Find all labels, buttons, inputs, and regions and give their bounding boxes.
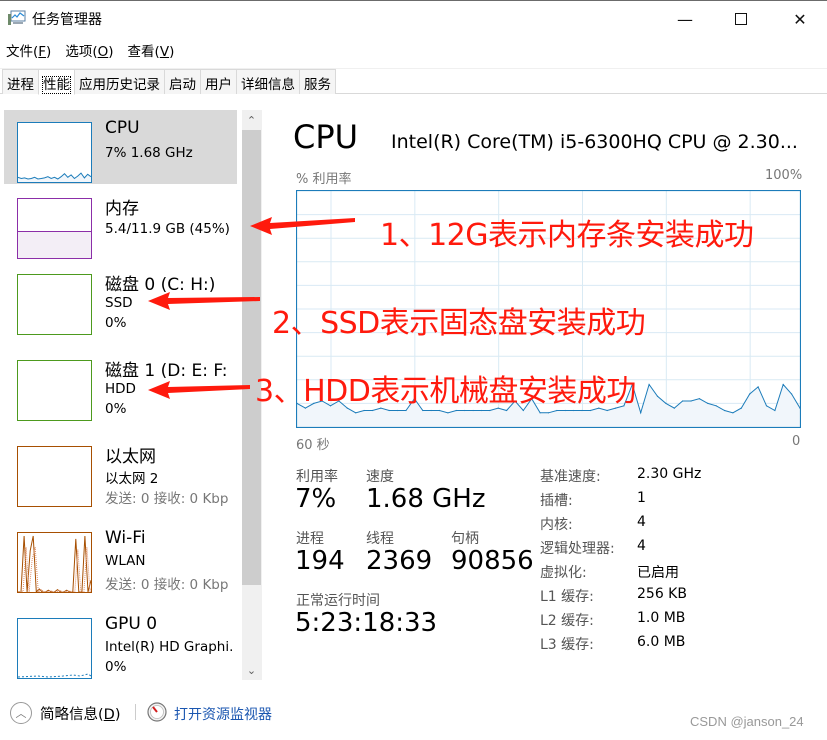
annotation-hdd: 3、HDD表示机械盘安装成功 — [255, 374, 636, 409]
watermark: CSDN @janson_24 — [690, 714, 804, 729]
fewer-details-button[interactable]: ︿ 简略信息(D) — [10, 702, 121, 724]
annotation-arrow-1 — [250, 217, 355, 235]
annotation-arrow-3 — [148, 381, 250, 399]
annotation-memory: 1、12G表示内存条安装成功 — [380, 218, 754, 253]
footer-divider — [135, 704, 136, 720]
fewer-details-label: 简略信息(D) — [40, 706, 121, 723]
annotation-ssd: 2、SSD表示固态盘安装成功 — [272, 306, 646, 341]
resource-monitor-icon — [147, 702, 167, 726]
open-resource-monitor-link[interactable]: 打开资源监视器 — [147, 702, 272, 726]
open-resource-monitor-label: 打开资源监视器 — [174, 707, 272, 723]
chevron-up-circle-icon: ︿ — [10, 702, 32, 724]
annotation-arrow-2 — [148, 292, 260, 310]
